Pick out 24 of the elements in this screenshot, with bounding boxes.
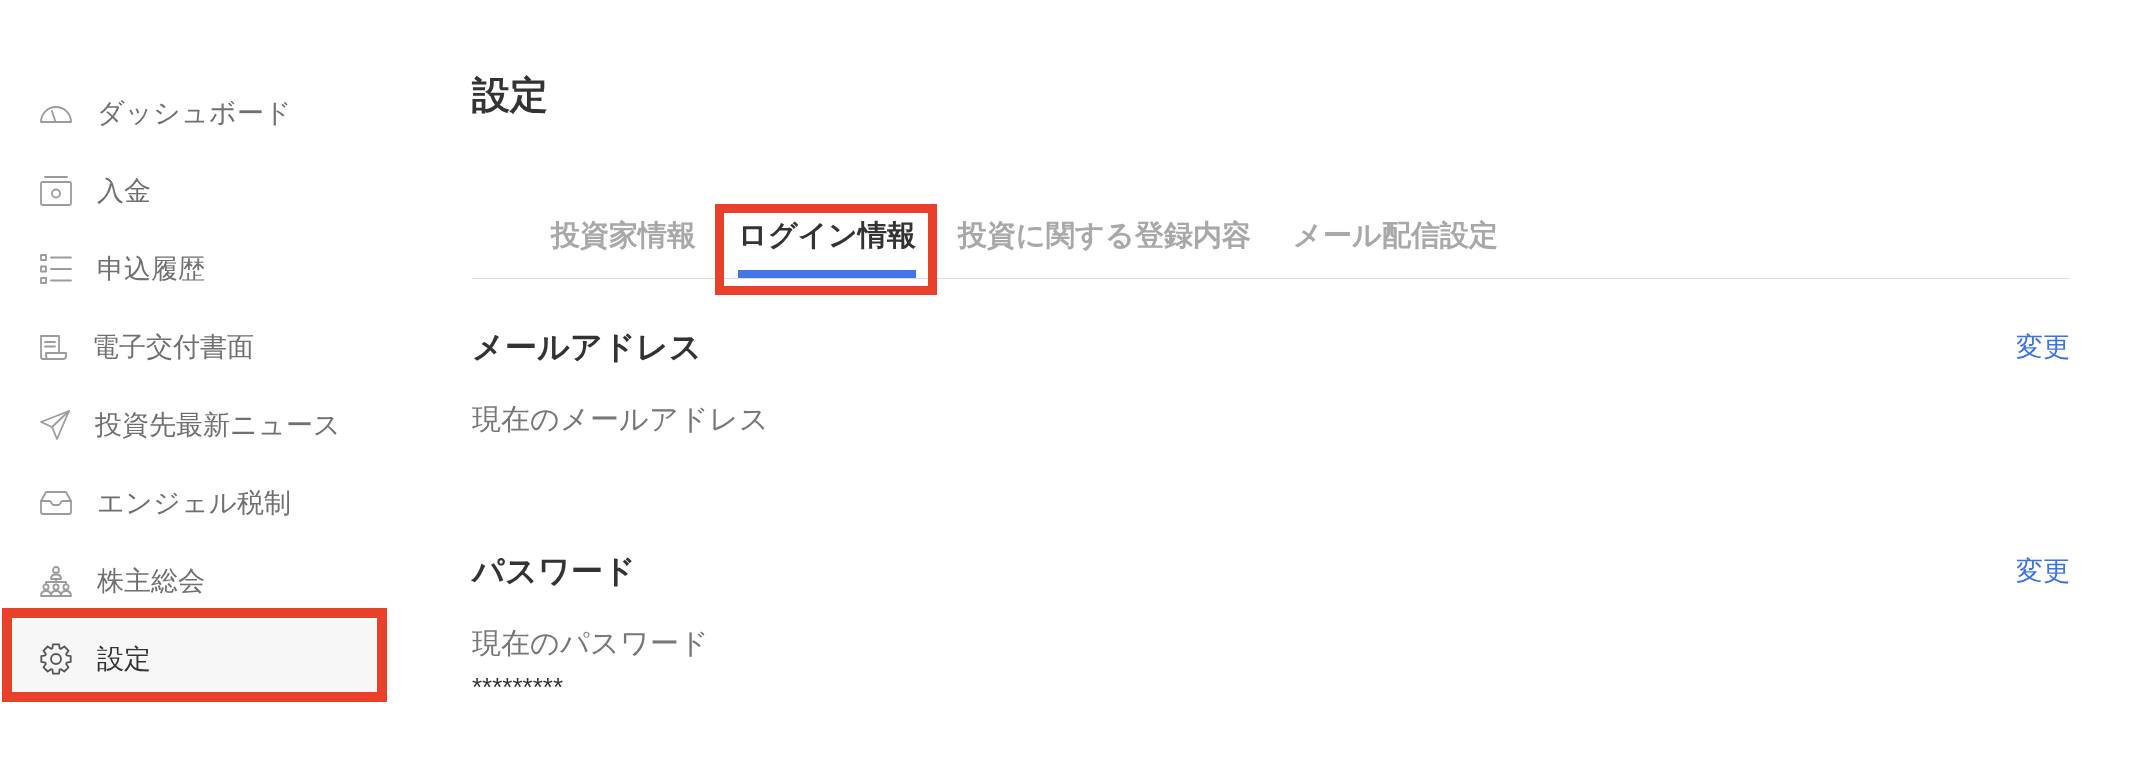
cash-icon <box>40 176 72 206</box>
change-link[interactable]: 変更 <box>2016 551 2070 591</box>
field-label: 現在のパスワード <box>472 626 710 661</box>
sidebar-item[interactable]: エンジェル税制 <box>2 464 390 542</box>
sidebar-item[interactable]: 株主総会 <box>2 542 390 620</box>
people-icon <box>40 565 72 597</box>
paper-plane-icon <box>40 410 70 440</box>
field-value: ********* <box>472 671 565 703</box>
sidebar-item[interactable]: 入金 <box>2 152 390 230</box>
section-heading: パスワード <box>472 552 636 591</box>
document-icon <box>40 334 67 360</box>
tab[interactable]: ログイン情報 <box>717 215 937 278</box>
page-title: 設定 <box>472 73 549 118</box>
sidebar-item[interactable]: 投資先最新ニュース <box>2 386 390 464</box>
field-label: 現在のメールアドレス <box>472 402 770 437</box>
gear-icon <box>40 643 72 675</box>
gauge-icon <box>40 103 72 123</box>
inbox-icon <box>40 491 72 515</box>
sidebar-item[interactable]: ダッシュボード <box>2 74 390 152</box>
change-link[interactable]: 変更 <box>2016 327 2070 367</box>
sidebar-item[interactable]: 電子交付書面 <box>2 308 390 386</box>
list-icon <box>40 254 72 284</box>
section-heading: メールアドレス <box>472 328 702 367</box>
sidebar-item[interactable]: 申込履歴 <box>2 230 390 308</box>
